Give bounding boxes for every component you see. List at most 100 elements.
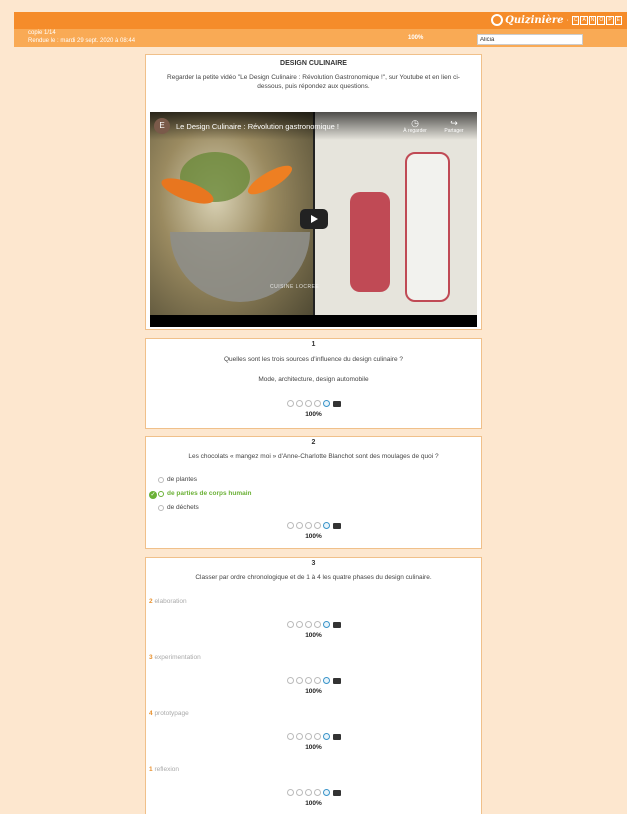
phase-rank: 2 — [149, 598, 153, 605]
answer-option[interactable]: de plantes — [158, 476, 197, 483]
canope-letter: É — [614, 15, 622, 25]
rating-option-selected[interactable] — [323, 677, 330, 684]
rating-option-selected[interactable] — [323, 733, 330, 740]
phase-rank: 1 — [149, 766, 153, 773]
answer-text: Mode, architecture, design automobile — [258, 376, 369, 383]
rating-option[interactable] — [314, 522, 321, 529]
phase-score: 100% — [305, 744, 322, 751]
rating-row — [146, 733, 481, 740]
question-text: Les chocolats « mangez moi » d'Anne-Char… — [188, 453, 439, 460]
watch-later-button[interactable]: ◷ À regarder — [400, 118, 430, 134]
rating-option-selected[interactable] — [323, 400, 330, 407]
rating-option[interactable] — [305, 789, 312, 796]
rating-option[interactable] — [314, 789, 321, 796]
meat-sculpture — [350, 192, 390, 292]
phase-label: reflexion — [154, 766, 180, 773]
question-text: Quelles sont les trois sources d'influen… — [223, 356, 403, 363]
question-number: 3 — [311, 560, 316, 567]
radio-button[interactable] — [158, 504, 164, 511]
rating-option[interactable] — [314, 677, 321, 684]
rating-row — [146, 621, 481, 628]
canope-letter: C — [571, 15, 580, 25]
answer-option[interactable]: de déchets — [158, 504, 199, 511]
phase-label: prototypage — [154, 710, 189, 717]
question-score: 100% — [305, 411, 322, 418]
rating-option[interactable] — [296, 621, 303, 628]
rating-option[interactable] — [296, 789, 303, 796]
rating-option[interactable] — [314, 621, 321, 628]
video-caption: CUISINE LOCREE — [270, 284, 320, 290]
rating-option-selected[interactable] — [323, 789, 330, 796]
quiziniere-logo[interactable]: Quizinière · C A N O P É — [491, 14, 623, 26]
video-title[interactable]: Le Design Culinaire : Révolution gastron… — [176, 122, 339, 131]
top-bar: Quizinière · C A N O P É — [14, 12, 627, 29]
question-text: Classer par ordre chronologique et de 1 … — [195, 574, 432, 581]
video-right-frame — [315, 112, 477, 327]
rating-option[interactable] — [287, 522, 294, 529]
canope-letter: O — [597, 15, 606, 25]
comment-icon[interactable] — [333, 621, 341, 628]
phase-rank: 4 — [149, 710, 153, 717]
rating-option[interactable] — [296, 733, 303, 740]
rating-option[interactable] — [305, 400, 312, 407]
play-button[interactable] — [300, 209, 328, 229]
rating-option[interactable] — [287, 733, 294, 740]
cow-sculpture — [405, 152, 450, 302]
rating-option[interactable] — [305, 621, 312, 628]
rating-option[interactable] — [305, 677, 312, 684]
option-label: de parties de corps humain — [167, 490, 252, 497]
rating-option[interactable] — [305, 733, 312, 740]
channel-avatar[interactable]: E — [154, 118, 170, 134]
rating-row — [146, 522, 481, 529]
quiziniere-q-icon — [491, 14, 504, 26]
rating-option[interactable] — [287, 789, 294, 796]
intro-text: Regarder la petite vidéo "Le Design Culi… — [167, 74, 460, 90]
rating-option-selected[interactable] — [323, 522, 330, 529]
comment-icon[interactable] — [333, 677, 341, 684]
rating-option[interactable] — [287, 621, 294, 628]
rating-option[interactable] — [287, 400, 294, 407]
question-number: 1 — [311, 341, 316, 348]
phase-score: 100% — [305, 632, 322, 639]
rating-option[interactable] — [314, 400, 321, 407]
student-name-field[interactable] — [477, 34, 583, 45]
phase-item: 2 elaboration — [149, 598, 187, 605]
rating-option[interactable] — [296, 522, 303, 529]
answer-option-correct[interactable]: de parties de corps humain — [158, 490, 252, 497]
logo-separator: · — [566, 16, 569, 24]
radio-button[interactable] — [158, 476, 164, 483]
radio-button-selected[interactable] — [158, 490, 164, 497]
rating-option[interactable] — [287, 677, 294, 684]
comment-icon[interactable] — [333, 789, 341, 796]
phase-label: experimentation — [154, 654, 201, 661]
youtube-video[interactable]: E Le Design Culinaire : Révolution gastr… — [150, 112, 477, 327]
comment-icon[interactable] — [333, 733, 341, 740]
phase-item: 1 reflexion — [149, 766, 179, 773]
phase-item: 4 prototypage — [149, 710, 189, 717]
canope-logo: C A N O P É — [571, 15, 623, 25]
option-label: de plantes — [167, 476, 197, 483]
rating-row — [146, 400, 481, 407]
question-card-1: 1 Quelles sont les trois sources d'influ… — [145, 338, 482, 429]
correct-check-icon: ✓ — [149, 491, 157, 499]
question-number: 2 — [311, 439, 316, 446]
canope-letter: A — [580, 15, 588, 25]
share-button[interactable]: ↪ Partager — [439, 118, 469, 134]
question-score: 100% — [305, 533, 322, 540]
rating-option[interactable] — [314, 733, 321, 740]
comment-icon[interactable] — [333, 522, 341, 529]
rating-option[interactable] — [305, 522, 312, 529]
rating-option[interactable] — [296, 400, 303, 407]
phase-item: 3 experimentation — [149, 654, 201, 661]
option-label: de déchets — [167, 504, 199, 511]
copy-counter[interactable]: copie 1/14 — [28, 30, 56, 37]
rating-option-selected[interactable] — [323, 621, 330, 628]
clock-icon: ◷ — [411, 118, 419, 128]
comment-icon[interactable] — [333, 400, 341, 407]
submitted-date: Rendue le : mardi 29 sept. 2020 à 08:44 — [28, 38, 136, 44]
canope-letter: N — [588, 15, 597, 25]
phase-score: 100% — [305, 800, 322, 807]
page-title: DESIGN CULINAIRE — [280, 60, 347, 67]
question-card-2: 2 Les chocolats « mangez moi » d'Anne-Ch… — [145, 436, 482, 549]
rating-option[interactable] — [296, 677, 303, 684]
